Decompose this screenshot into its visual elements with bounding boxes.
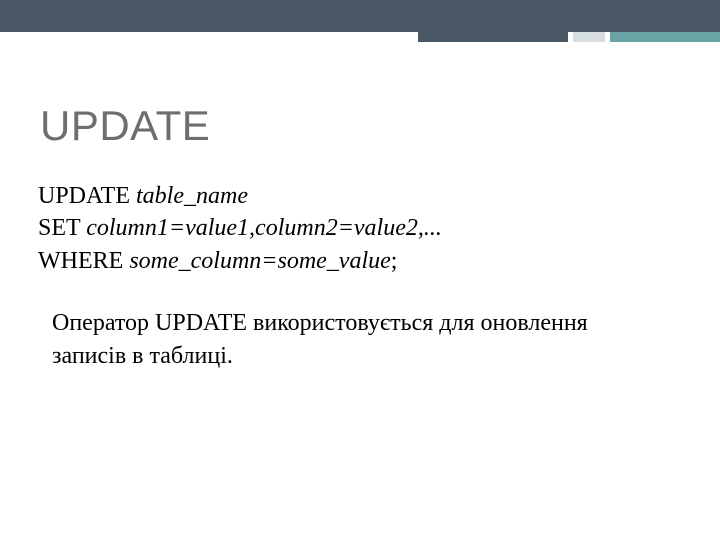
top-bar	[0, 0, 720, 32]
code-line-1: UPDATE table_name	[38, 180, 680, 212]
slide-title: UPDATE	[40, 102, 680, 150]
slide-content: UPDATE UPDATE table_name SET column1=val…	[0, 102, 720, 372]
description-text: Оператор UPDATE використовується для оно…	[52, 307, 612, 372]
accent-light	[573, 32, 605, 42]
keyword-where: WHERE	[38, 248, 129, 274]
code-line-2: SET column1=value1,column2=value2,...	[38, 212, 680, 244]
accent-stripe	[418, 32, 720, 42]
arg-where: some_column=some_value	[129, 248, 390, 274]
keyword-set: SET	[38, 215, 86, 241]
code-line-3: WHERE some_column=some_value;	[38, 245, 680, 277]
semicolon: ;	[391, 248, 398, 274]
arg-table: table_name	[136, 183, 248, 209]
arg-columns: column1=value1,column2=value2,...	[86, 215, 442, 241]
sql-syntax: UPDATE table_name SET column1=value1,col…	[38, 180, 680, 277]
keyword-update: UPDATE	[38, 183, 136, 209]
accent-dark	[418, 32, 568, 42]
accent-teal	[610, 32, 720, 42]
